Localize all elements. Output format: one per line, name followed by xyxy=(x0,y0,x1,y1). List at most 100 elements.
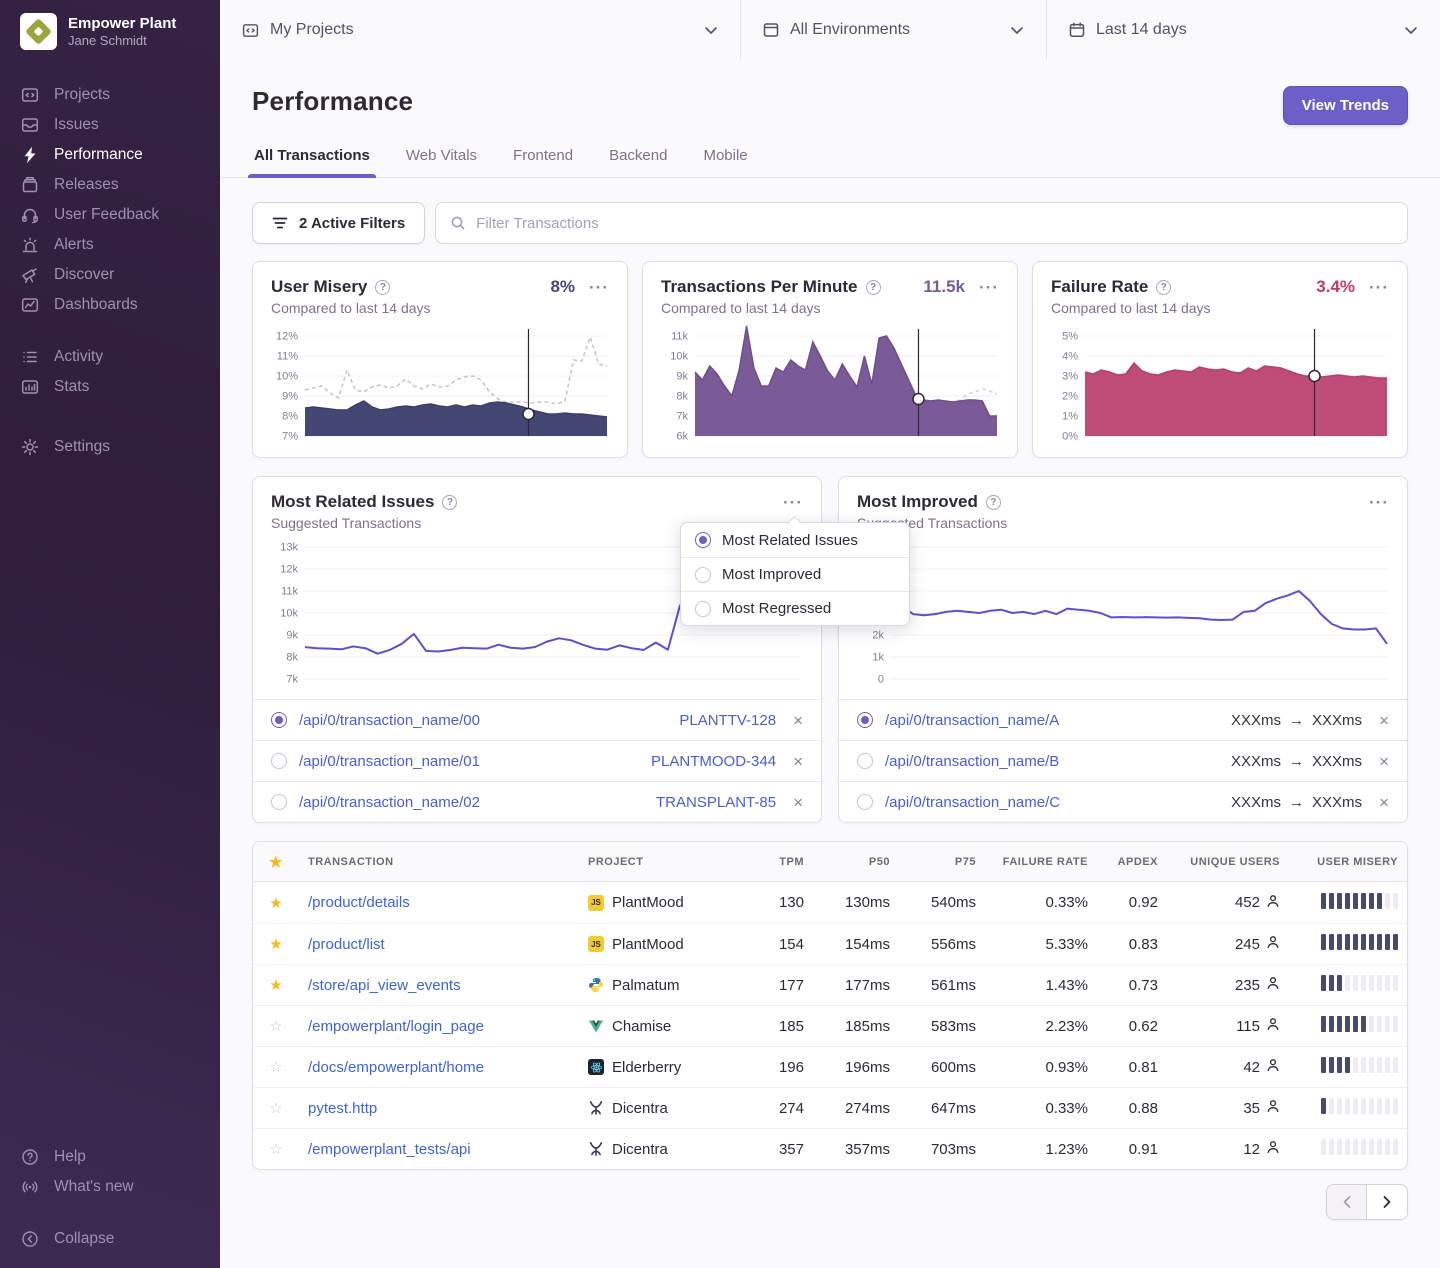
column-header-unique-users[interactable]: UNIQUE USERS xyxy=(1167,856,1289,868)
tab-web-vitals[interactable]: Web Vitals xyxy=(406,141,477,177)
help-icon[interactable]: ? xyxy=(866,280,881,295)
remove-icon[interactable]: × xyxy=(1379,753,1389,770)
transaction-link[interactable]: /empowerplant/login_page xyxy=(308,1018,484,1035)
transaction-link[interactable]: /docs/empowerplant/home xyxy=(308,1059,484,1076)
radio-button[interactable] xyxy=(695,601,711,617)
transaction-link[interactable]: /api/0/transaction_name/01 xyxy=(299,753,480,770)
tab-frontend[interactable]: Frontend xyxy=(513,141,573,177)
column-header-project[interactable]: PROJECT xyxy=(579,856,749,868)
radio-button[interactable] xyxy=(271,753,287,769)
sidebar-item-stats[interactable]: Stats xyxy=(0,372,220,402)
help-icon[interactable]: ? xyxy=(986,495,1001,510)
next-page-button[interactable] xyxy=(1367,1185,1407,1219)
transaction-link[interactable]: /product/list xyxy=(308,936,385,953)
sidebar-item-settings[interactable]: Settings xyxy=(0,432,220,462)
search-input[interactable] xyxy=(476,215,1393,232)
remove-icon[interactable]: × xyxy=(793,753,803,770)
dropdown-item-most-related-issues[interactable]: Most Related Issues xyxy=(681,523,909,557)
star-filled-icon[interactable]: ★ xyxy=(253,976,299,994)
project-filter-label: My Projects xyxy=(270,21,354,39)
failure-rate-value: 3.4% xyxy=(1316,277,1355,297)
sidebar-item-releases[interactable]: Releases xyxy=(0,170,220,200)
sidebar-item-activity[interactable]: Activity xyxy=(0,342,220,372)
user-misery-chart[interactable]: 12%11%10%9%8%7% xyxy=(271,324,609,444)
remove-icon[interactable]: × xyxy=(1379,712,1389,729)
most-improved-chart[interactable]: 6k5k4k3k2k1k0 xyxy=(857,539,1389,689)
user-misery-bars xyxy=(1321,1057,1398,1073)
radio-button[interactable] xyxy=(695,532,711,548)
star-filled-icon[interactable]: ★ xyxy=(253,894,299,912)
active-filters-button[interactable]: 2 Active Filters xyxy=(252,202,425,244)
sidebar-item-issues[interactable]: Issues xyxy=(0,110,220,140)
transaction-link[interactable]: /store/api_view_events xyxy=(308,977,461,994)
view-trends-button[interactable]: View Trends xyxy=(1283,86,1408,125)
tpm-cell: 185 xyxy=(749,1018,813,1035)
star-outline-icon[interactable]: ☆ xyxy=(253,1140,299,1158)
column-header-p75[interactable]: P75 xyxy=(899,856,985,868)
org-switcher[interactable]: Empower Plant Jane Schmidt xyxy=(0,0,220,50)
sidebar-item-alerts[interactable]: Alerts xyxy=(0,230,220,260)
transaction-link[interactable]: /api/0/transaction_name/C xyxy=(885,794,1060,811)
transaction-link[interactable]: pytest.http xyxy=(308,1100,377,1117)
column-header-apdex[interactable]: APDEX xyxy=(1097,856,1167,868)
sidebar-collapse-button[interactable]: Collapse xyxy=(0,1224,220,1254)
more-options-icon[interactable]: ··· xyxy=(589,279,609,296)
dropdown-item-most-regressed[interactable]: Most Regressed xyxy=(681,591,909,625)
environment-filter-label: All Environments xyxy=(790,21,910,39)
transaction-link[interactable]: /empowerplant_tests/api xyxy=(308,1141,471,1158)
sidebar-item-help[interactable]: Help xyxy=(0,1142,220,1172)
column-header-p50[interactable]: P50 xyxy=(813,856,899,868)
environment-filter-dropdown[interactable]: All Environments xyxy=(740,0,1046,60)
column-header-transaction[interactable]: TRANSACTION xyxy=(299,856,579,868)
svg-text:2k: 2k xyxy=(872,630,884,642)
tab-mobile[interactable]: Mobile xyxy=(703,141,747,177)
date-range-dropdown[interactable]: Last 14 days xyxy=(1046,0,1440,60)
star-outline-icon[interactable]: ☆ xyxy=(253,1099,299,1117)
sidebar-item-dashboards[interactable]: Dashboards xyxy=(0,290,220,320)
radio-button[interactable] xyxy=(857,712,873,728)
column-header-failure-rate[interactable]: FAILURE RATE xyxy=(985,856,1097,868)
column-header-tpm[interactable]: TPM xyxy=(749,856,813,868)
transaction-link[interactable]: /product/details xyxy=(308,894,410,911)
radio-button[interactable] xyxy=(271,712,287,728)
tab-backend[interactable]: Backend xyxy=(609,141,667,177)
more-options-icon[interactable]: ··· xyxy=(1369,279,1389,296)
previous-page-button[interactable] xyxy=(1327,1185,1367,1219)
transaction-link[interactable]: /api/0/transaction_name/B xyxy=(885,753,1059,770)
radio-button[interactable] xyxy=(695,567,711,583)
sidebar-item-user-feedback[interactable]: User Feedback xyxy=(0,200,220,230)
star-outline-icon[interactable]: ☆ xyxy=(253,1017,299,1035)
issue-tag[interactable]: TRANSPLANT-85 xyxy=(656,794,776,811)
help-icon[interactable]: ? xyxy=(1156,280,1171,295)
sidebar-item-discover[interactable]: Discover xyxy=(0,260,220,290)
failure-rate-chart[interactable]: 5%4%3%2%1%0% xyxy=(1051,324,1389,444)
card-subtitle: Compared to last 14 days xyxy=(1051,300,1389,316)
radio-button[interactable] xyxy=(271,794,287,810)
radio-button[interactable] xyxy=(857,753,873,769)
remove-icon[interactable]: × xyxy=(793,794,803,811)
react-platform-icon xyxy=(588,1059,604,1075)
issue-tag[interactable]: PLANTTV-128 xyxy=(679,712,776,729)
project-filter-dropdown[interactable]: My Projects xyxy=(220,0,740,60)
panel-menu-icon[interactable]: ··· xyxy=(1369,494,1389,511)
star-outline-icon[interactable]: ☆ xyxy=(253,1058,299,1076)
help-icon[interactable]: ? xyxy=(375,280,390,295)
remove-icon[interactable]: × xyxy=(1379,794,1389,811)
transaction-link[interactable]: /api/0/transaction_name/00 xyxy=(299,712,480,729)
help-icon[interactable]: ? xyxy=(442,495,457,510)
transaction-link[interactable]: /api/0/transaction_name/02 xyxy=(299,794,480,811)
more-options-icon[interactable]: ··· xyxy=(979,279,999,296)
tab-all-transactions[interactable]: All Transactions xyxy=(254,141,370,177)
sidebar-item-projects[interactable]: Projects xyxy=(0,80,220,110)
tpm-chart[interactable]: 11k10k9k8k7k6k xyxy=(661,324,999,444)
issue-tag[interactable]: PLANTMOOD-344 xyxy=(651,753,776,770)
sidebar-item-performance[interactable]: Performance xyxy=(0,140,220,170)
star-filled-icon[interactable]: ★ xyxy=(253,935,299,953)
radio-button[interactable] xyxy=(857,794,873,810)
dropdown-item-most-improved[interactable]: Most Improved xyxy=(681,557,909,591)
column-header-user-misery[interactable]: USER MISERY xyxy=(1289,856,1407,868)
panel-menu-icon[interactable]: ··· xyxy=(783,494,803,511)
transaction-link[interactable]: /api/0/transaction_name/A xyxy=(885,712,1059,729)
remove-icon[interactable]: × xyxy=(793,712,803,729)
sidebar-item-whats-new[interactable]: What's new xyxy=(0,1172,220,1202)
